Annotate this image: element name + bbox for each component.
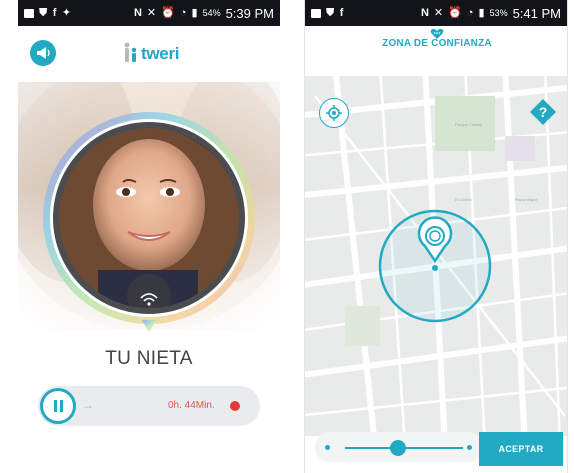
street-map: Parque Central El Carrito Plaza Mayor [305, 76, 567, 436]
facebook-icon: f [339, 6, 344, 19]
pause-button[interactable] [40, 388, 76, 424]
map-label: Parque Central [455, 122, 482, 127]
locate-button[interactable] [319, 98, 349, 128]
call-duration: 0h. 44Min. [168, 400, 215, 411]
screenshot-canvas: ⛊ f ✦ N ✕ ⏰ ◔ ▮ 54% 5:39 PM tweri TU NIE… [0, 0, 574, 473]
nfc-icon: N [420, 6, 429, 19]
trust-zone-screen: ⛊ f N ✕ ⏰ ◔ ▮ 53% 5:41 PM ZONA DE CONFIA… [304, 0, 568, 473]
pause-icon [52, 400, 64, 412]
status-right-icons: N ✕ ⏰ ◔ ▮ 53% 5:41 PM [421, 6, 561, 21]
svg-text:?: ? [539, 104, 548, 120]
map-label: El Carrito [455, 197, 472, 202]
locate-icon [326, 105, 342, 121]
chat-icon [311, 8, 321, 18]
status-left-icons: ⛊ f [311, 6, 344, 19]
status-time: 5:41 PM [512, 5, 561, 21]
slider-max-dot [467, 445, 472, 450]
map-label: Plaza Mayor [515, 197, 538, 202]
accept-button[interactable]: ACEPTAR [479, 432, 563, 466]
shield-icon: ⛊ [326, 6, 335, 19]
battery-percent: 53% [489, 8, 508, 18]
mute-icon: ✕ [433, 6, 444, 19]
help-icon[interactable]: ? [529, 98, 557, 126]
status-bar: ⛊ f N ✕ ⏰ ◔ ▮ 53% 5:41 PM [305, 0, 567, 26]
call-screen: ⛊ f ✦ N ✕ ⏰ ◔ ▮ 54% 5:39 PM tweri TU NIE… [18, 0, 280, 473]
record-dot-icon [230, 401, 240, 411]
slider-thumb[interactable] [390, 440, 407, 456]
wifi-icon: ◔ [466, 6, 474, 19]
signal-icon: ▮ [478, 6, 485, 19]
contact-name: TU NIETA [105, 348, 193, 369]
zone-title: ZONA DE CONFIANZA [382, 38, 492, 49]
map-view[interactable]: Parque Central El Carrito Plaza Mayor [305, 76, 567, 436]
alarm-icon: ⏰ [448, 6, 462, 19]
slider-min-dot [325, 445, 330, 450]
arrow-icon: → [82, 398, 94, 412]
avatar-pointer [142, 320, 156, 332]
header [305, 26, 567, 76]
